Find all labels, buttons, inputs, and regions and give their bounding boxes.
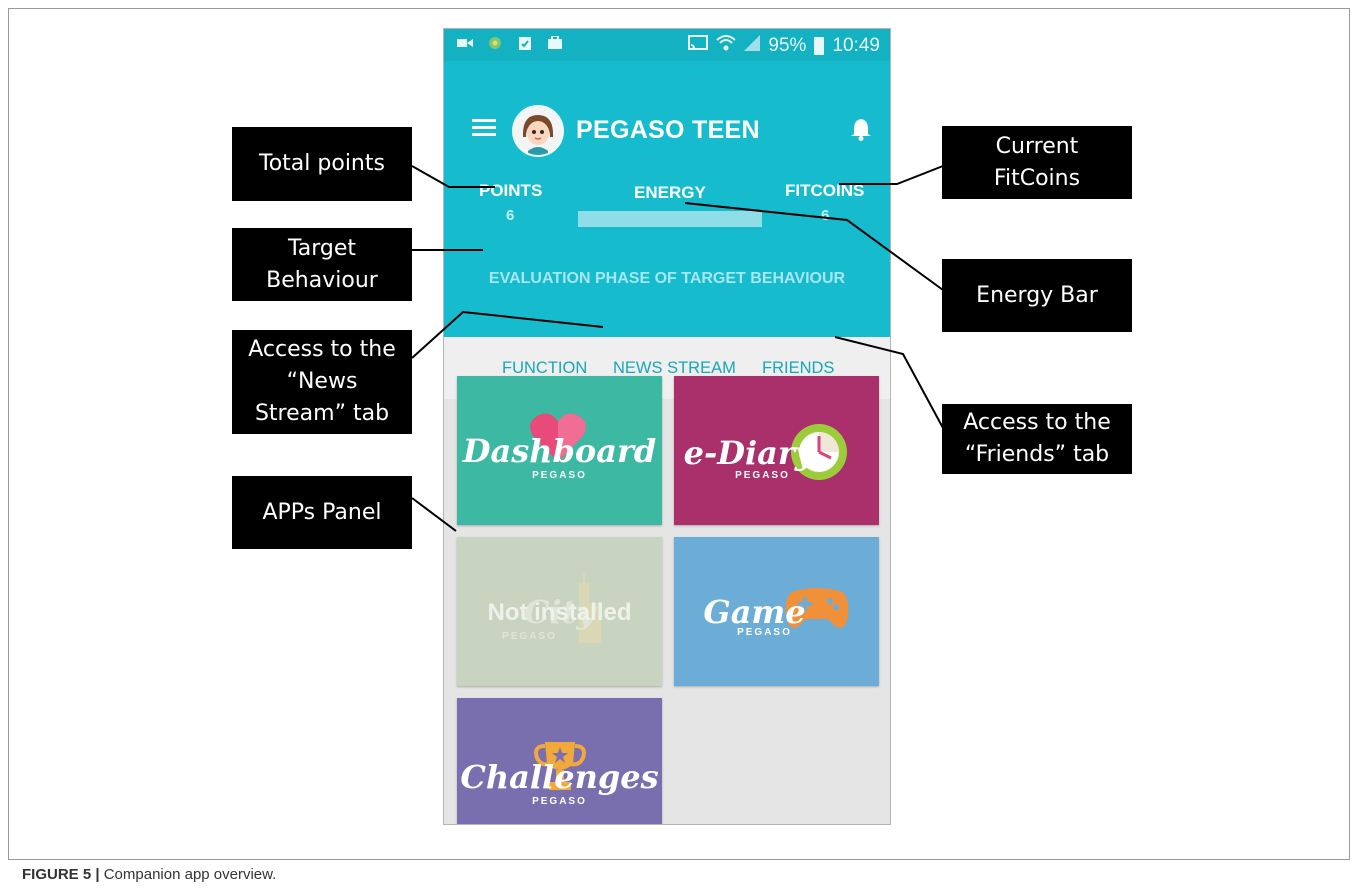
android-icon xyxy=(486,35,504,51)
fitcoins-label: FITCOINS xyxy=(785,181,865,200)
points-value: 6 xyxy=(506,207,515,224)
callout-friends-tab: Access to the “Friends” tab xyxy=(942,404,1132,474)
callout-target-behaviour: Target Behaviour xyxy=(232,228,412,301)
wifi-icon xyxy=(716,34,737,58)
avatar[interactable] xyxy=(512,105,564,157)
app-header: PEGASO TEEN POINTS 6 ENERGY FITCOINS 6 E… xyxy=(444,61,890,337)
app-tile-e-diary[interactable]: e-Diary PEGASO xyxy=(674,376,879,525)
points-label: POINTS xyxy=(479,181,543,200)
energy-label: ENERGY xyxy=(634,183,706,202)
callout-apps-panel: APPs Panel xyxy=(232,476,412,549)
hamburger-menu-icon[interactable] xyxy=(472,119,496,137)
signal-icon xyxy=(744,35,761,57)
app-tile-challenges[interactable]: Challenges PEGASO xyxy=(457,698,662,824)
notification-bell-icon[interactable] xyxy=(850,117,872,141)
battery-icon xyxy=(814,37,825,55)
not-installed-label: Not installed xyxy=(487,599,632,626)
callout-news-stream-tab: Access to the “News Stream” tab xyxy=(232,330,412,434)
figure-label: FIGURE 5 | xyxy=(22,866,100,883)
status-bar: 95% 10:49 xyxy=(444,29,890,61)
app-subtitle: PEGASO xyxy=(735,470,790,481)
figure-caption: FIGURE 5 | Companion app overview. xyxy=(22,866,276,883)
app-subtitle: PEGASO xyxy=(737,627,792,638)
battery-percent: 95% xyxy=(768,35,807,56)
app-subtitle: PEGASO xyxy=(502,631,557,642)
app-name: e-Diary xyxy=(683,434,814,472)
app-subtitle: PEGASO xyxy=(532,470,587,481)
video-icon xyxy=(456,35,474,51)
app-name: Game xyxy=(703,593,806,631)
energy-bar xyxy=(578,211,762,227)
target-behaviour-text: EVALUATION PHASE OF TARGET BEHAVIOUR xyxy=(488,270,846,287)
app-tile-city[interactable]: City PEGASO Not installed xyxy=(457,537,662,686)
figure-caption-text: Companion app overview. xyxy=(99,866,277,883)
app-subtitle: PEGASO xyxy=(532,796,587,807)
callout-energy-bar: Energy Bar xyxy=(942,259,1132,332)
app-name: Dashboard xyxy=(462,432,657,470)
briefcase-icon xyxy=(546,35,564,51)
callout-current-fitcoins: Current FitCoins xyxy=(942,126,1132,199)
cast-icon xyxy=(688,35,709,57)
status-time: 10:49 xyxy=(832,35,880,56)
phone-screen: 95% 10:49 PEGASO TEEN POINTS 6 ENERGY FI… xyxy=(443,28,891,825)
callout-total-points: Total points xyxy=(232,127,412,201)
app-tile-game[interactable]: Game PEGASO xyxy=(674,537,879,686)
app-tile-dashboard[interactable]: Dashboard PEGASO xyxy=(457,376,662,525)
app-title: PEGASO TEEN xyxy=(576,116,760,144)
clipboard-check-icon xyxy=(516,35,534,51)
fitcoins-value: 6 xyxy=(821,207,830,224)
app-name: Challenges xyxy=(460,758,659,796)
